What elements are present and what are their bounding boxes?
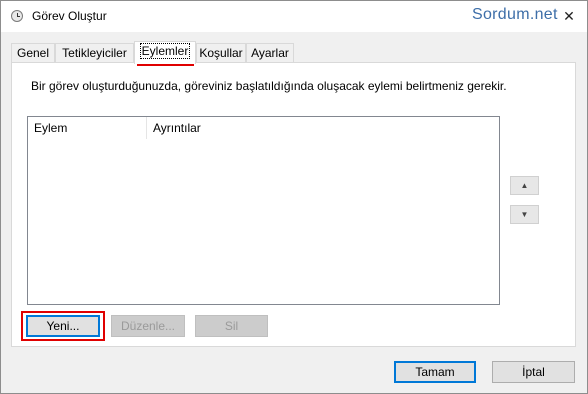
ok-label: Tamam — [415, 365, 455, 379]
edit-action-label: Düzenle... — [120, 319, 176, 333]
window-title: Görev Oluştur — [32, 9, 107, 23]
close-button[interactable]: ✕ — [556, 5, 582, 27]
active-tab-highlight — [137, 64, 194, 66]
move-up-button[interactable]: ▲ — [510, 176, 539, 195]
actions-description: Bir görev oluşturduğunuzda, göreviniz ba… — [31, 79, 507, 93]
tab-triggers[interactable]: Tetikleyiciler — [55, 43, 134, 62]
actions-list[interactable]: Eylem Ayrıntılar — [27, 116, 500, 305]
new-button-highlight — [21, 311, 105, 341]
move-down-button[interactable]: ▼ — [510, 205, 539, 224]
clock-icon — [11, 10, 23, 22]
delete-action-label: Sil — [224, 319, 239, 333]
title-bar: Görev Oluştur Sordum.net ✕ — [1, 1, 587, 32]
delete-action-button[interactable]: Sil — [195, 315, 268, 337]
tab-label: Eylemler — [139, 43, 191, 59]
watermark: Sordum.net — [472, 6, 558, 23]
tab-label: Genel — [16, 46, 50, 60]
tab-settings[interactable]: Ayarlar — [246, 43, 294, 62]
column-header-details[interactable]: Ayrıntılar — [153, 121, 201, 135]
tab-label: Tetikleyiciler — [62, 46, 127, 60]
column-separator[interactable] — [146, 117, 147, 139]
column-header-action[interactable]: Eylem — [34, 121, 67, 135]
tab-conditions[interactable]: Koşullar — [196, 43, 246, 62]
cancel-button[interactable]: İptal — [492, 361, 575, 383]
edit-action-button[interactable]: Düzenle... — [111, 315, 185, 337]
cancel-label: İptal — [522, 365, 545, 379]
tab-label: Koşullar — [199, 46, 243, 60]
ok-button[interactable]: Tamam — [394, 361, 476, 383]
tab-general[interactable]: Genel — [11, 43, 55, 62]
tab-label: Ayarlar — [251, 46, 289, 60]
tab-actions[interactable]: Eylemler — [134, 41, 196, 64]
